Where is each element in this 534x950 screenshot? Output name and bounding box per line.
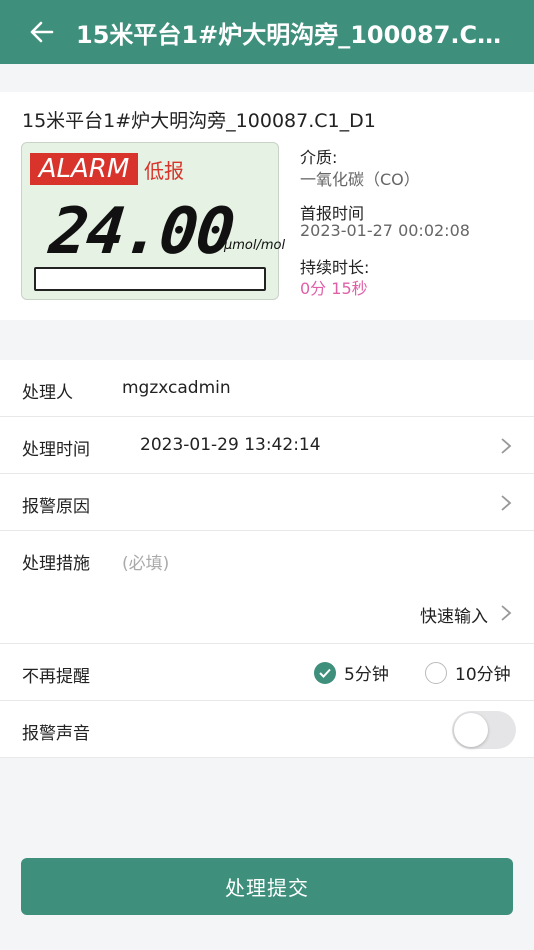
remind-option-5min[interactable]: 5分钟 [314, 660, 389, 685]
handle-time-value: 2023-01-29 13:42:14 [140, 435, 321, 455]
duration-value: 0分 15秒 [300, 279, 368, 298]
submit-button[interactable]: 处理提交 [21, 858, 513, 915]
back-arrow-icon[interactable] [22, 12, 62, 52]
reading-display: ALARM 低报 24.00 μmol/mol [21, 142, 285, 300]
measure-input[interactable]: (必填) [122, 549, 169, 574]
device-card: 15米平台1#炉大明沟旁_100087.C1_D1 ALARM 低报 24.00… [0, 92, 534, 320]
alarm-sound-row: 报警声音 [0, 701, 534, 758]
remind-option-label: 10分钟 [455, 665, 511, 685]
first-report-value: 2023-01-27 00:02:08 [300, 221, 470, 240]
handling-form: 处理人 mgzxcadmin 处理时间 2023-01-29 13:42:14 … [0, 360, 534, 758]
alarm-sound-label: 报警声音 [22, 724, 90, 744]
medium-value: 一氧化碳（CO） [300, 170, 420, 189]
medium-label: 介质: [300, 148, 338, 167]
alarm-reason-label: 报警原因 [22, 497, 90, 517]
level-bar [34, 267, 266, 291]
radio-unchecked-icon [425, 661, 447, 684]
remind-option-10min[interactable]: 10分钟 [425, 660, 511, 685]
reading-value: 24.00 [46, 195, 237, 269]
remind-option-label: 5分钟 [344, 665, 389, 685]
chevron-right-icon[interactable] [500, 437, 512, 455]
device-name: 15米平台1#炉大明沟旁_100087.C1_D1 [22, 110, 376, 132]
alarm-reason-row[interactable]: 报警原因 [0, 474, 534, 531]
radio-checked-icon [314, 661, 336, 684]
handler-label: 处理人 [22, 383, 73, 403]
page-title: 15米平台1#炉大明沟旁_100087.C1_D1 [76, 20, 506, 49]
top-bar: 15米平台1#炉大明沟旁_100087.C1_D1 [0, 0, 534, 64]
chevron-right-icon[interactable] [500, 494, 512, 512]
handler-row: 处理人 mgzxcadmin [0, 360, 534, 417]
measure-label: 处理措施 [22, 554, 90, 574]
handle-time-row[interactable]: 处理时间 2023-01-29 13:42:14 [0, 417, 534, 474]
handle-time-label: 处理时间 [22, 440, 90, 460]
no-remind-row: 不再提醒 5分钟 10分钟 [0, 644, 534, 701]
alarm-level: 低报 [144, 159, 184, 183]
chevron-right-icon[interactable] [500, 604, 512, 622]
handler-value: mgzxcadmin [122, 378, 231, 398]
measure-row[interactable]: 处理措施 (必填) 快速输入 [0, 531, 534, 644]
reading-unit: μmol/mol [224, 238, 286, 253]
no-remind-label: 不再提醒 [22, 667, 90, 687]
alarm-sound-toggle[interactable] [452, 711, 516, 749]
toggle-knob [454, 713, 488, 747]
quick-input-link[interactable]: 快速输入 [420, 602, 488, 627]
alarm-tag: ALARM [30, 153, 138, 185]
